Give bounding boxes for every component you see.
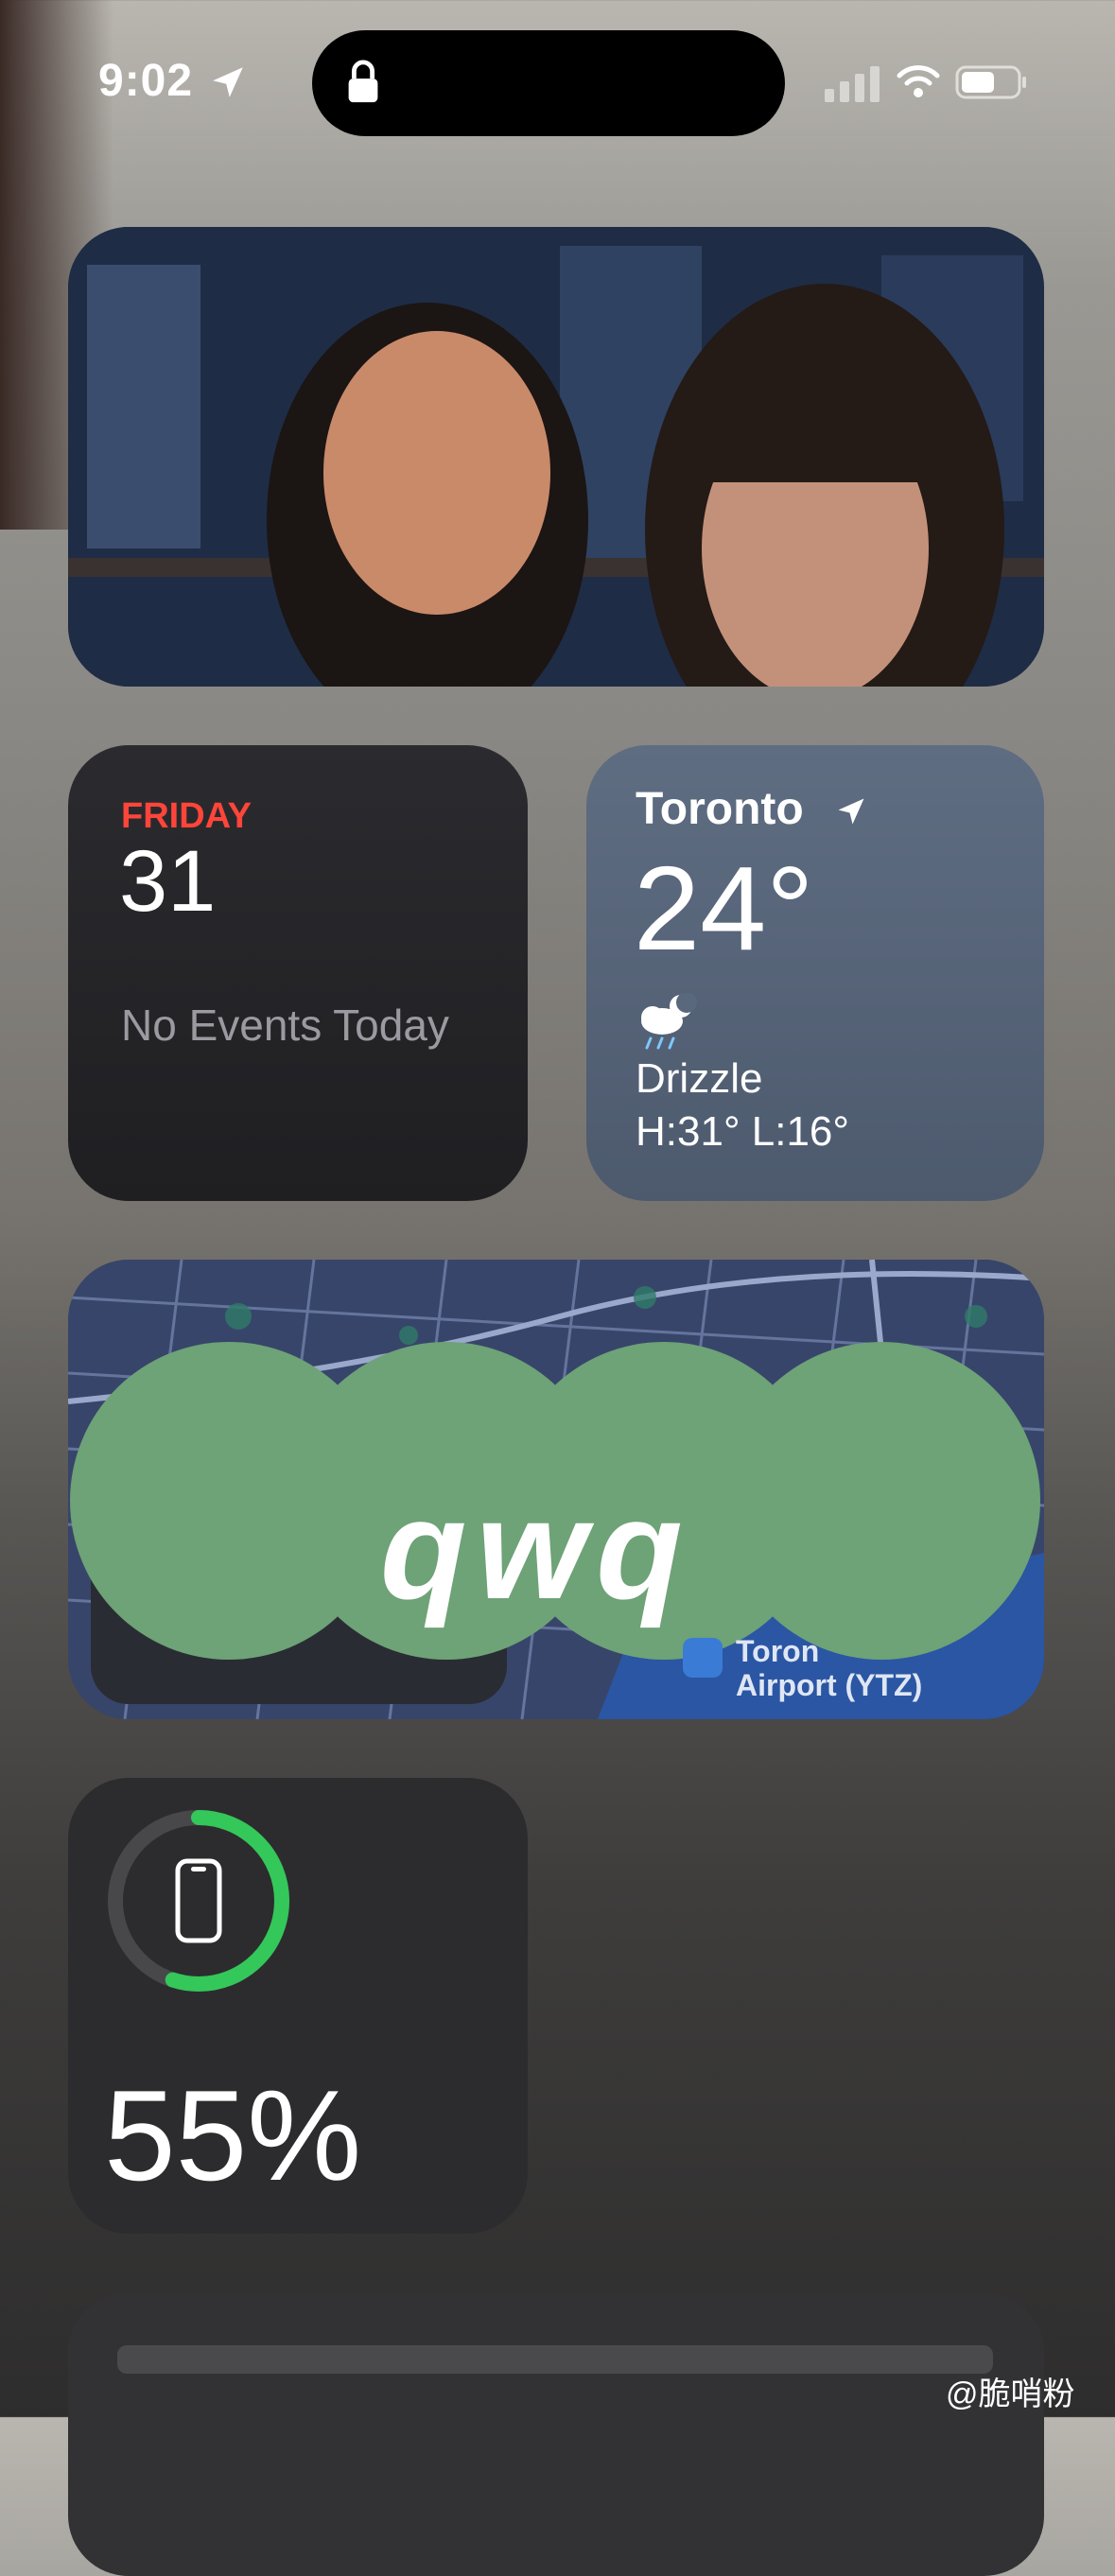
calendar-day: FRIDAY	[121, 796, 252, 836]
battery-icon	[955, 65, 1026, 99]
dynamic-island	[312, 30, 785, 136]
weather-widget[interactable]: Toronto 24° Drizzle H:31° L:16°	[586, 745, 1044, 1201]
status-time: 9:02	[98, 56, 194, 106]
photo-widget[interactable]	[68, 227, 1044, 687]
drizzle-icon	[641, 993, 697, 1050]
weather-temperature: 24°	[634, 842, 814, 975]
photo-image	[68, 227, 1044, 687]
cellular-signal-icon	[825, 66, 880, 102]
airport-pin-icon	[683, 1638, 723, 1678]
airport-label: Toron Airport (YTZ)	[736, 1634, 923, 1702]
overlay-text: qwq	[380, 1470, 692, 1628]
wifi-icon	[897, 65, 940, 97]
weather-high-low: H:31° L:16°	[636, 1108, 849, 1155]
location-arrow-icon	[213, 67, 243, 97]
weather-condition: Drizzle	[636, 1055, 763, 1102]
calendar-message: No Events Today	[121, 1001, 449, 1050]
watermark: @脆哨粉	[946, 2376, 1075, 2412]
map-widget[interactable]: qwq Toron Airport (YTZ)	[68, 1260, 1044, 1719]
iphone-icon	[175, 1858, 222, 1943]
lock-icon	[348, 60, 378, 103]
calendar-date: 31	[119, 833, 217, 930]
battery-ring	[108, 1810, 289, 1992]
bottom-widget-bar	[117, 2345, 993, 2374]
battery-widget[interactable]: 55%	[68, 1778, 528, 2234]
bottom-widget[interactable]	[68, 2292, 1044, 2576]
weather-city: Toronto	[636, 784, 804, 834]
battery-percent: 55%	[104, 2063, 362, 2207]
calendar-widget[interactable]: FRIDAY 31 No Events Today	[68, 745, 528, 1201]
location-arrow-icon	[838, 798, 864, 825]
